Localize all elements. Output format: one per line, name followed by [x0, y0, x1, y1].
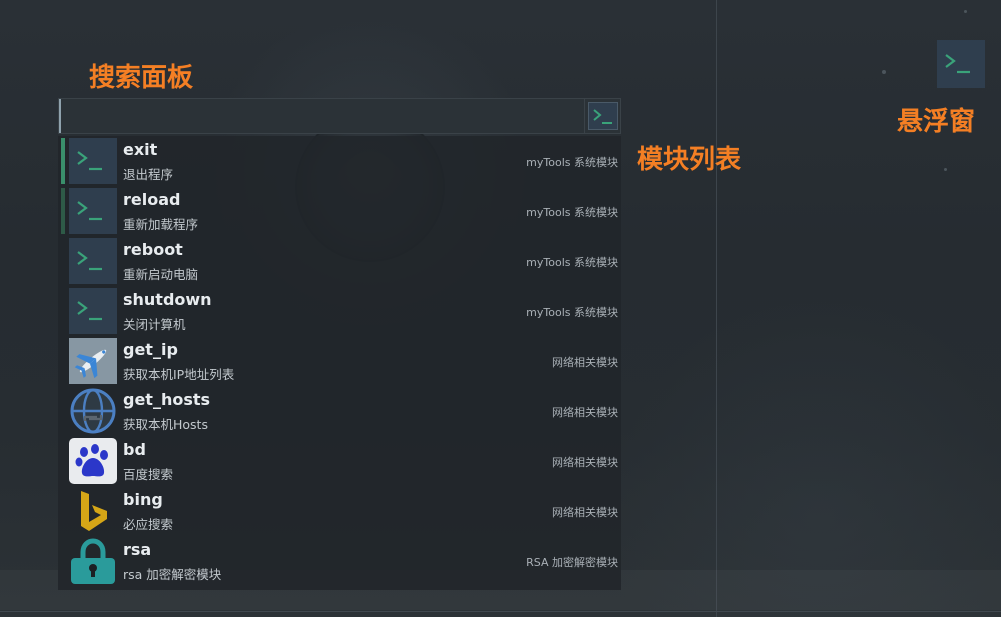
item-name: rsa [123, 540, 152, 559]
search-panel [58, 98, 621, 134]
floating-window-button[interactable] [937, 40, 985, 88]
padlock-icon [71, 538, 115, 584]
item-category: RSA 加密解密模块 [526, 556, 618, 569]
terminal-icon [69, 238, 117, 284]
module-list: exit 退出程序 myTools 系统模块 reload 重新加载程序 myT… [58, 136, 621, 590]
item-name: shutdown [123, 290, 212, 309]
list-item-reload[interactable]: reload 重新加载程序 myTools 系统模块 [58, 186, 621, 236]
item-category: myTools 系统模块 [526, 156, 618, 169]
list-item-exit[interactable]: exit 退出程序 myTools 系统模块 [58, 136, 621, 186]
item-description: 重新加载程序 [123, 217, 199, 232]
background-star [964, 10, 967, 13]
item-category: 网络相关模块 [552, 406, 618, 419]
list-item-shutdown[interactable]: shutdown 关闭计算机 myTools 系统模块 [58, 286, 621, 336]
terminal-icon [69, 138, 117, 184]
list-item-bd[interactable]: bd 百度搜索 网络相关模块 [58, 436, 621, 486]
list-item-rsa[interactable]: rsa rsa 加密解密模块 RSA 加密解密模块 [58, 536, 621, 586]
airplane-icon [69, 338, 117, 384]
item-name: get_ip [123, 340, 178, 359]
list-item-reboot[interactable]: reboot 重新启动电脑 myTools 系统模块 [58, 236, 621, 286]
list-item-get-hosts[interactable]: get_hosts 获取本机Hosts 网络相关模块 [58, 386, 621, 436]
item-category: 网络相关模块 [552, 356, 618, 369]
item-description: 退出程序 [123, 167, 174, 182]
terminal-icon [69, 188, 117, 234]
terminal-icon [69, 288, 117, 334]
terminal-icon [945, 54, 970, 74]
item-name: exit [123, 140, 158, 159]
terminal-icon [587, 102, 618, 130]
globe-sync-icon [70, 388, 116, 434]
search-terminal-button[interactable] [584, 99, 620, 133]
item-name: reload [123, 190, 181, 209]
item-description: 重新启动电脑 [123, 267, 199, 282]
selection-accent [61, 188, 65, 234]
list-item-get-ip[interactable]: get_ip 获取本机IP地址列表 网络相关模块 [58, 336, 621, 386]
baidu-paw-icon [69, 438, 117, 484]
window-divider [716, 0, 717, 617]
item-category: myTools 系统模块 [526, 256, 618, 269]
item-description: rsa 加密解密模块 [123, 567, 222, 582]
item-name: get_hosts [123, 390, 211, 409]
background-star [882, 70, 886, 74]
bottom-divider [0, 611, 1001, 612]
list-item-bing[interactable]: bing 必应搜索 网络相关模块 [58, 486, 621, 536]
annotation-module-list: 模块列表 [637, 145, 742, 175]
item-category: myTools 系统模块 [526, 306, 618, 319]
annotation-search-panel: 搜索面板 [89, 63, 194, 93]
selection-accent [61, 138, 65, 184]
annotation-float-window: 悬浮窗 [897, 107, 976, 137]
item-description: 关闭计算机 [123, 317, 186, 332]
item-description: 获取本机IP地址列表 [123, 367, 235, 382]
item-description: 必应搜索 [123, 517, 174, 532]
item-category: myTools 系统模块 [526, 206, 618, 219]
item-category: 网络相关模块 [552, 506, 618, 519]
bing-logo-icon [81, 491, 107, 531]
item-description: 百度搜索 [123, 467, 174, 482]
item-name: bd [123, 440, 146, 459]
item-category: 网络相关模块 [552, 456, 618, 469]
item-name: reboot [123, 240, 183, 259]
item-name: bing [123, 490, 163, 509]
search-input[interactable] [59, 99, 579, 133]
item-description: 获取本机Hosts [123, 417, 208, 432]
background-star [944, 168, 947, 171]
